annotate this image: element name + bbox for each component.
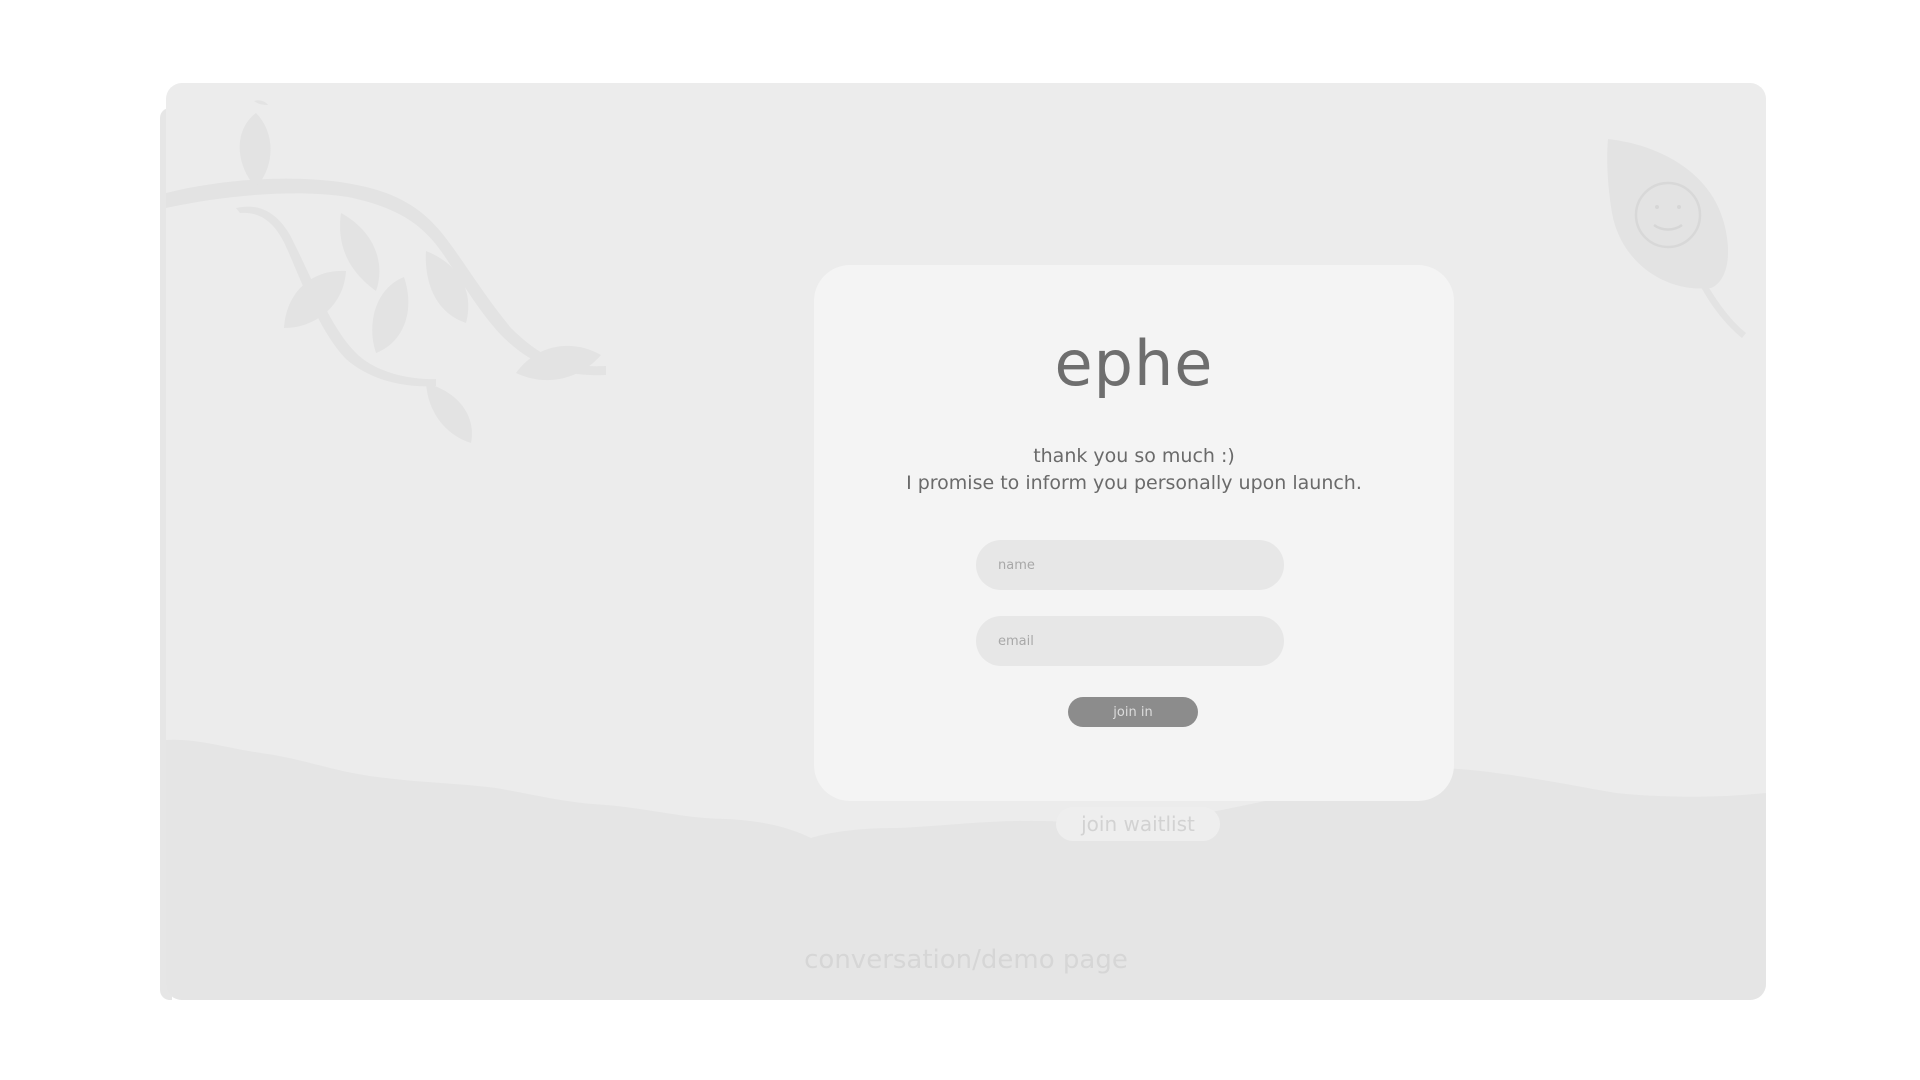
join-in-button[interactable]: join in	[1068, 697, 1198, 727]
page-frame: ephe thank you so much :) I promise to i…	[166, 83, 1766, 1000]
launch-promise-message: I promise to inform you personally upon …	[906, 472, 1362, 494]
thank-you-message: thank you so much :)	[1033, 445, 1235, 467]
join-waitlist-button[interactable]: join waitlist	[1056, 807, 1220, 841]
email-input[interactable]	[976, 616, 1284, 666]
waitlist-card: ephe thank you so much :) I promise to i…	[814, 265, 1454, 801]
brand-title: ephe	[1054, 327, 1214, 400]
conversation-demo-link[interactable]: conversation/demo page	[166, 945, 1766, 975]
name-input[interactable]	[976, 540, 1284, 590]
branch-decoration	[166, 100, 606, 443]
smiley-leaf-decoration	[1607, 139, 1746, 338]
